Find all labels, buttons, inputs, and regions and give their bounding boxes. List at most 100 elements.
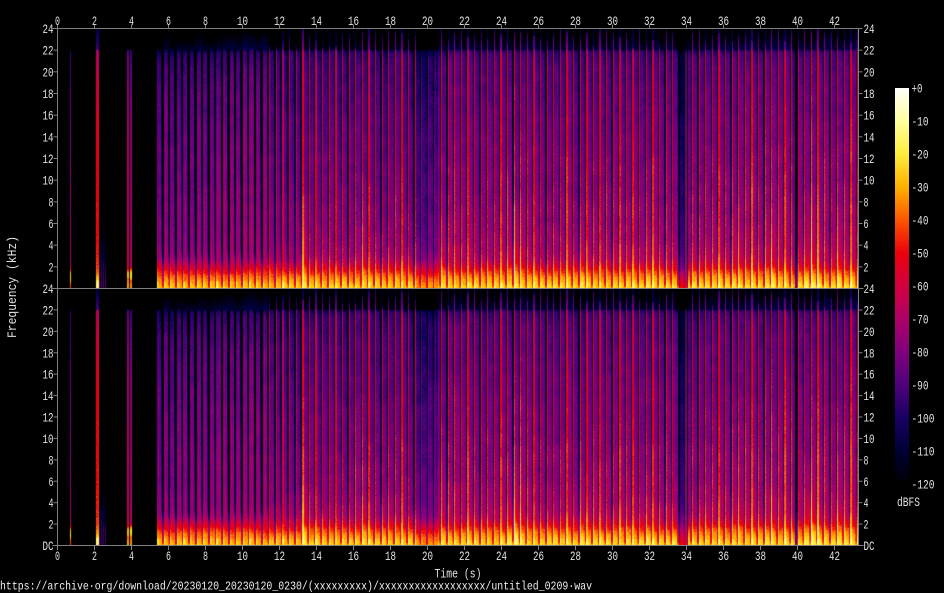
svg-text:32: 32 xyxy=(644,550,655,564)
svg-text:22: 22 xyxy=(459,15,470,29)
svg-text:2: 2 xyxy=(864,261,869,275)
svg-text:8: 8 xyxy=(203,550,208,564)
svg-text:8: 8 xyxy=(864,196,869,210)
svg-text:22: 22 xyxy=(864,45,875,59)
svg-text:8: 8 xyxy=(49,196,54,210)
svg-text:34: 34 xyxy=(681,550,692,564)
svg-text:30: 30 xyxy=(607,550,618,564)
svg-text:38: 38 xyxy=(755,550,766,564)
svg-text:18: 18 xyxy=(864,347,875,361)
svg-text:26: 26 xyxy=(533,550,544,564)
svg-text:10: 10 xyxy=(43,175,54,189)
svg-text:8: 8 xyxy=(203,15,208,29)
svg-text:4: 4 xyxy=(864,497,869,511)
svg-text:40: 40 xyxy=(792,15,803,29)
svg-text:38: 38 xyxy=(755,15,766,29)
svg-text:24: 24 xyxy=(864,23,875,37)
svg-text:2: 2 xyxy=(92,15,97,29)
svg-text:24: 24 xyxy=(496,15,507,29)
svg-text:-110: -110 xyxy=(912,446,935,460)
svg-text:-60: -60 xyxy=(912,281,929,295)
svg-text:18: 18 xyxy=(43,88,54,102)
svg-text:0: 0 xyxy=(55,15,60,29)
svg-text:20: 20 xyxy=(864,66,875,80)
svg-text:DC: DC xyxy=(43,540,54,554)
svg-text:14: 14 xyxy=(43,390,54,404)
svg-text:12: 12 xyxy=(43,412,54,426)
svg-text:12: 12 xyxy=(864,412,875,426)
svg-text:https://archive·org/download/2: https://archive·org/download/20230120_20… xyxy=(0,580,592,593)
svg-text:-50: -50 xyxy=(912,248,929,262)
svg-text:18: 18 xyxy=(385,550,396,564)
svg-text:-100: -100 xyxy=(912,413,935,427)
svg-text:-10: -10 xyxy=(912,116,929,130)
svg-text:-80: -80 xyxy=(912,347,929,361)
svg-text:32: 32 xyxy=(644,15,655,29)
svg-text:16: 16 xyxy=(348,550,359,564)
svg-text:-90: -90 xyxy=(912,380,929,394)
svg-text:Frequency (kHz): Frequency (kHz) xyxy=(6,236,20,338)
svg-text:6: 6 xyxy=(166,550,171,564)
svg-text:22: 22 xyxy=(459,550,470,564)
svg-text:+0: +0 xyxy=(912,83,923,97)
svg-text:30: 30 xyxy=(607,15,618,29)
svg-text:8: 8 xyxy=(864,454,869,468)
svg-text:14: 14 xyxy=(864,390,875,404)
svg-text:8: 8 xyxy=(49,454,54,468)
svg-text:12: 12 xyxy=(274,15,285,29)
svg-text:14: 14 xyxy=(864,131,875,145)
svg-text:10: 10 xyxy=(864,433,875,447)
svg-text:6: 6 xyxy=(49,476,54,490)
svg-text:16: 16 xyxy=(43,369,54,383)
svg-text:22: 22 xyxy=(43,304,54,318)
svg-text:6: 6 xyxy=(166,15,171,29)
svg-text:2: 2 xyxy=(49,261,54,275)
svg-text:14: 14 xyxy=(43,131,54,145)
svg-text:20: 20 xyxy=(422,550,433,564)
svg-text:6: 6 xyxy=(864,476,869,490)
svg-text:10: 10 xyxy=(237,15,248,29)
svg-text:10: 10 xyxy=(864,175,875,189)
svg-text:-20: -20 xyxy=(912,149,929,163)
svg-text:42: 42 xyxy=(829,15,840,29)
svg-text:20: 20 xyxy=(864,326,875,340)
svg-text:16: 16 xyxy=(864,369,875,383)
svg-text:40: 40 xyxy=(792,550,803,564)
svg-text:4: 4 xyxy=(864,240,869,254)
svg-text:-40: -40 xyxy=(912,215,929,229)
svg-text:0: 0 xyxy=(55,550,60,564)
svg-text:10: 10 xyxy=(237,550,248,564)
svg-text:14: 14 xyxy=(311,550,322,564)
svg-text:18: 18 xyxy=(43,347,54,361)
svg-text:34: 34 xyxy=(681,15,692,29)
svg-text:42: 42 xyxy=(829,550,840,564)
svg-text:28: 28 xyxy=(570,15,581,29)
svg-text:4: 4 xyxy=(49,240,54,254)
svg-text:18: 18 xyxy=(864,88,875,102)
svg-text:24: 24 xyxy=(496,550,507,564)
svg-text:-30: -30 xyxy=(912,182,929,196)
svg-text:4: 4 xyxy=(129,550,134,564)
svg-text:10: 10 xyxy=(43,433,54,447)
svg-text:24: 24 xyxy=(43,23,54,37)
svg-text:2: 2 xyxy=(864,519,869,533)
svg-text:20: 20 xyxy=(422,15,433,29)
svg-text:36: 36 xyxy=(718,550,729,564)
svg-text:6: 6 xyxy=(49,218,54,232)
svg-text:24: 24 xyxy=(43,283,54,297)
svg-text:22: 22 xyxy=(43,45,54,59)
svg-text:6: 6 xyxy=(864,218,869,232)
svg-text:28: 28 xyxy=(570,550,581,564)
svg-text:2: 2 xyxy=(92,550,97,564)
svg-text:20: 20 xyxy=(43,66,54,80)
svg-text:12: 12 xyxy=(274,550,285,564)
svg-text:2: 2 xyxy=(49,519,54,533)
svg-text:4: 4 xyxy=(49,497,54,511)
svg-text:12: 12 xyxy=(43,153,54,167)
svg-text:4: 4 xyxy=(129,15,134,29)
svg-text:22: 22 xyxy=(864,304,875,318)
svg-text:12: 12 xyxy=(864,153,875,167)
svg-text:18: 18 xyxy=(385,15,396,29)
svg-text:16: 16 xyxy=(348,15,359,29)
svg-text:-70: -70 xyxy=(912,314,929,328)
